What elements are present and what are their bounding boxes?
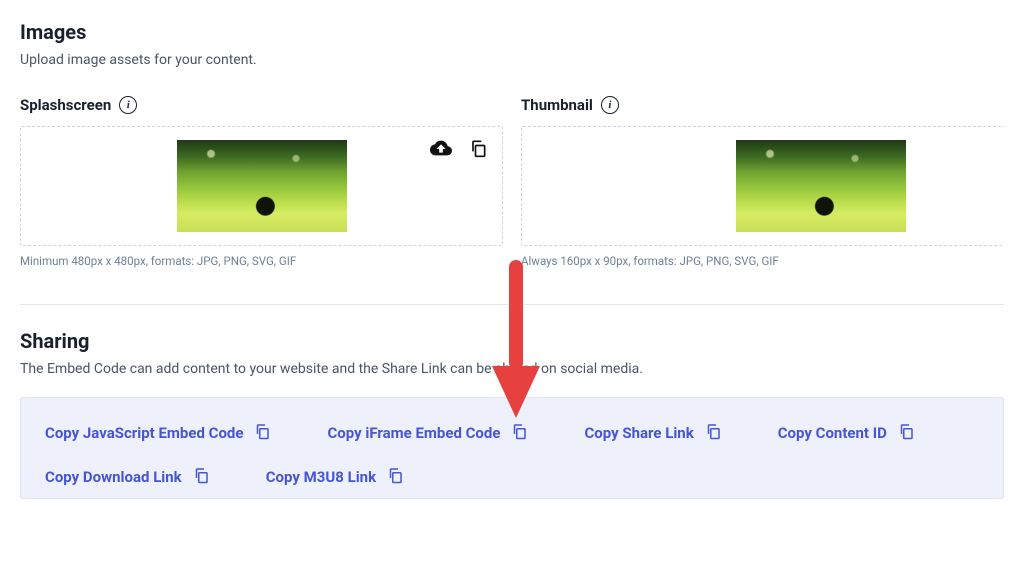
upload-icon[interactable]	[430, 137, 452, 163]
info-icon[interactable]: i	[119, 96, 137, 114]
sharing-title: Sharing	[20, 329, 1004, 353]
copy-js-embed-link[interactable]: Copy JavaScript Embed Code	[45, 422, 271, 444]
info-icon[interactable]: i	[601, 96, 619, 114]
copy-icon	[253, 422, 271, 444]
copy-icon	[704, 422, 722, 444]
copy-m3u8-link[interactable]: Copy M3U8 Link	[266, 466, 404, 488]
copy-icon[interactable]	[468, 138, 488, 162]
thumbnail-dropzone[interactable]	[521, 126, 1004, 246]
copy-download-link-label: Copy Download Link	[45, 468, 182, 486]
thumbnail-hint: Always 160px x 90px, formats: JPG, PNG, …	[521, 254, 1004, 268]
thumbnail-label: Thumbnail	[521, 96, 593, 114]
thumbnail-preview-image	[736, 140, 906, 232]
splashscreen-actions	[430, 137, 488, 163]
copy-content-id-label: Copy Content ID	[778, 424, 887, 442]
copy-icon	[386, 466, 404, 488]
copy-icon	[192, 466, 210, 488]
splashscreen-hint: Minimum 480px x 480px, formats: JPG, PNG…	[20, 254, 503, 268]
copy-icon	[897, 422, 915, 444]
section-divider	[20, 304, 1004, 305]
splashscreen-preview-image	[177, 140, 347, 232]
copy-share-link[interactable]: Copy Share Link	[584, 422, 721, 444]
copy-js-embed-label: Copy JavaScript Embed Code	[45, 424, 243, 442]
copy-m3u8-label: Copy M3U8 Link	[266, 468, 376, 486]
images-description: Upload image assets for your content.	[20, 52, 1004, 68]
splashscreen-field: Splashscreen i Minimum 480px x 480px, fo…	[20, 96, 503, 268]
sharing-links-panel: Copy JavaScript Embed Code Copy iFrame E…	[20, 397, 1004, 499]
copy-icon	[510, 422, 528, 444]
copy-share-link-label: Copy Share Link	[584, 424, 693, 442]
upload-fields-row: Splashscreen i Minimum 480px x 480px, fo…	[20, 96, 1004, 268]
copy-iframe-embed-label: Copy iFrame Embed Code	[327, 424, 500, 442]
copy-iframe-embed-link[interactable]: Copy iFrame Embed Code	[327, 422, 528, 444]
thumbnail-label-row: Thumbnail i	[521, 96, 1004, 114]
splashscreen-dropzone[interactable]	[20, 126, 503, 246]
images-section: Images Upload image assets for your cont…	[20, 20, 1004, 268]
splashscreen-label: Splashscreen	[20, 96, 111, 114]
splashscreen-label-row: Splashscreen i	[20, 96, 503, 114]
copy-download-link[interactable]: Copy Download Link	[45, 466, 210, 488]
sharing-description: The Embed Code can add content to your w…	[20, 361, 1004, 377]
sharing-section: Sharing The Embed Code can add content t…	[20, 329, 1004, 499]
copy-content-id-link[interactable]: Copy Content ID	[778, 422, 915, 444]
images-title: Images	[20, 20, 1004, 44]
thumbnail-field: Thumbnail i Always 160px x 90px, formats…	[521, 96, 1004, 268]
